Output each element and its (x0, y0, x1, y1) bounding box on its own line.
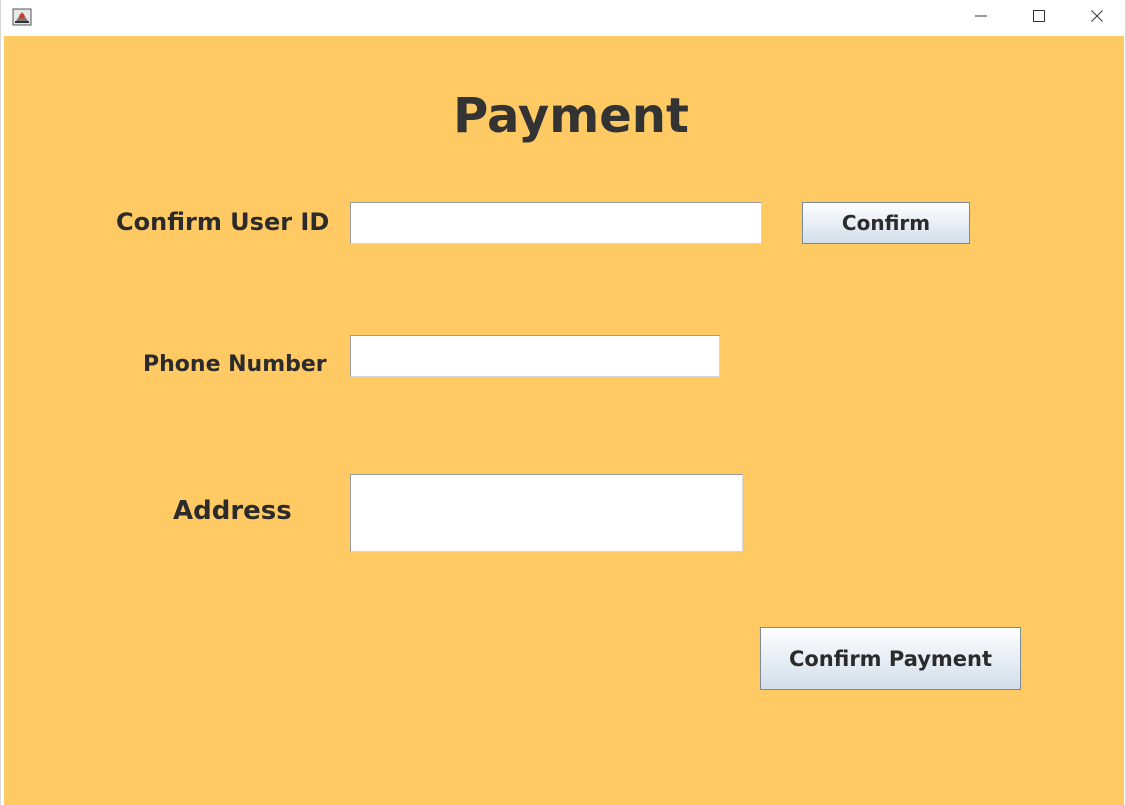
page-title: Payment (453, 88, 689, 144)
phone-number-input[interactable] (350, 335, 720, 377)
minimize-button[interactable] (952, 0, 1010, 34)
minimize-icon (974, 8, 988, 27)
payment-panel: Payment Confirm User ID Confirm Phone Nu… (4, 36, 1124, 805)
confirm-payment-button[interactable]: Confirm Payment (760, 627, 1021, 690)
close-button[interactable] (1068, 0, 1126, 34)
confirm-user-id-button[interactable]: Confirm (802, 202, 970, 244)
address-label: Address (173, 496, 292, 526)
user-id-input[interactable] (350, 202, 762, 244)
title-bar[interactable] (1, 0, 1125, 36)
java-app-icon (12, 8, 32, 26)
app-window: Payment Confirm User ID Confirm Phone Nu… (0, 0, 1126, 805)
phone-number-label: Phone Number (143, 352, 327, 377)
address-textarea[interactable] (350, 474, 743, 552)
maximize-button[interactable] (1010, 0, 1068, 34)
maximize-icon (1032, 8, 1046, 27)
close-icon (1090, 8, 1104, 27)
user-id-label: Confirm User ID (116, 208, 330, 236)
